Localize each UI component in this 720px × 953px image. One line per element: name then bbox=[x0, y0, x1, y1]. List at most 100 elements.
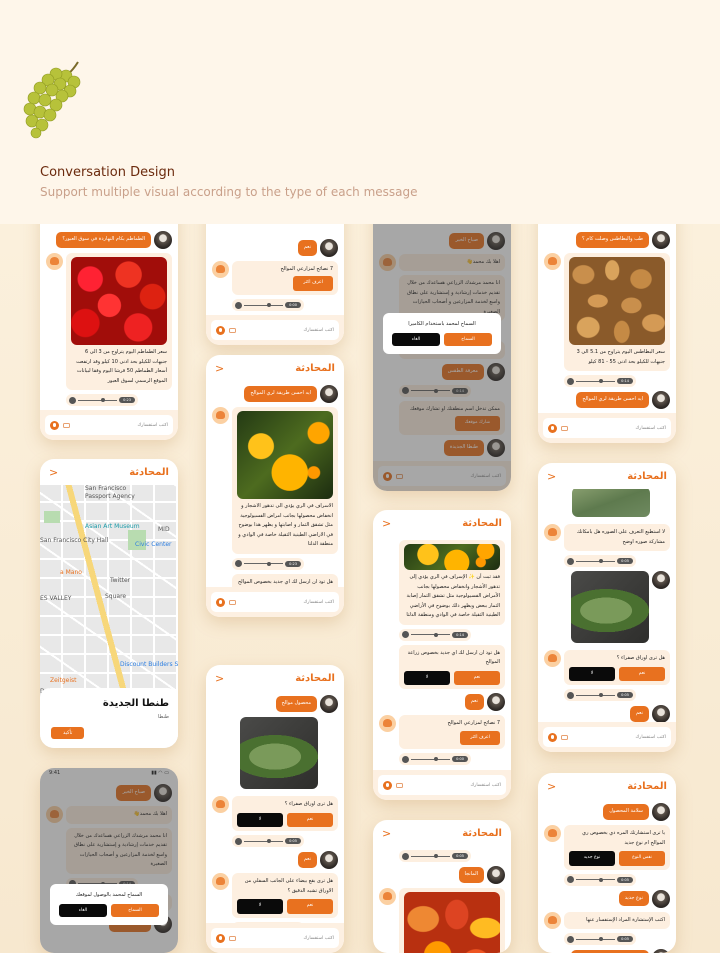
cancel-button[interactable]: الغاء bbox=[59, 904, 107, 917]
allow-button[interactable]: السماح bbox=[111, 904, 159, 917]
mic-icon[interactable] bbox=[216, 597, 225, 607]
voice-message-player[interactable]: 0:23 bbox=[232, 557, 304, 570]
chevron-left-icon[interactable]: < bbox=[547, 780, 556, 793]
audio-progress-track[interactable] bbox=[576, 559, 616, 563]
camera-icon[interactable] bbox=[561, 425, 568, 431]
voice-message-player[interactable]: 0:23 bbox=[66, 394, 138, 406]
chevron-left-icon[interactable]: < bbox=[547, 470, 556, 483]
voice-message-player[interactable]: 0:05 bbox=[564, 873, 636, 886]
pause-icon[interactable] bbox=[567, 876, 574, 884]
mic-icon[interactable] bbox=[383, 780, 392, 790]
pause-icon[interactable] bbox=[402, 631, 409, 638]
audio-progress-track[interactable] bbox=[576, 379, 616, 383]
audio-progress-track[interactable] bbox=[78, 398, 118, 402]
voice-message-player[interactable]: 0:14 bbox=[564, 375, 636, 387]
user-message: سلامة المحصول bbox=[544, 803, 670, 821]
chevron-left-icon[interactable]: < bbox=[382, 827, 391, 840]
user-photo[interactable] bbox=[240, 717, 318, 789]
page-title: Conversation Design bbox=[40, 165, 175, 180]
user-photo[interactable] bbox=[572, 489, 650, 517]
bot-bubble: سعر الطماطم اليوم يتراوح من 3 الى 6 جنيه… bbox=[66, 253, 172, 390]
no-button[interactable]: لا bbox=[569, 666, 615, 682]
audio-progress-track[interactable] bbox=[244, 303, 284, 307]
pause-icon[interactable] bbox=[235, 301, 242, 309]
message-input[interactable]: اكتب استفسارك bbox=[543, 418, 671, 438]
pause-icon[interactable] bbox=[235, 837, 242, 845]
camera-icon[interactable] bbox=[229, 599, 236, 605]
no-button[interactable]: لا bbox=[237, 899, 283, 914]
allow-button[interactable]: السماح bbox=[444, 333, 492, 346]
dialog-buttons: السماح الغاء bbox=[392, 333, 492, 346]
chat-input-bar: اكتب استفسارك bbox=[206, 587, 344, 617]
message-input[interactable]: اكتب استفسارك bbox=[378, 775, 506, 795]
learn-more-button[interactable]: اعرف اكثر bbox=[460, 730, 500, 746]
mic-icon[interactable] bbox=[216, 325, 225, 335]
pause-icon[interactable] bbox=[402, 755, 409, 763]
camera-icon[interactable] bbox=[229, 935, 236, 941]
confirm-button[interactable]: تأكيد bbox=[51, 727, 85, 739]
message-input[interactable]: اكتب استفسارك bbox=[211, 320, 339, 340]
yes-button[interactable]: نعم bbox=[287, 812, 333, 828]
header-title: المحادثة bbox=[295, 672, 335, 684]
message-input[interactable]: اكتب استفسارك bbox=[45, 415, 173, 435]
voice-message-player[interactable]: 0:05 bbox=[232, 835, 304, 848]
user-bubble: ايه احسن طريقة لري الموالح bbox=[244, 386, 317, 402]
pause-icon[interactable] bbox=[567, 935, 574, 943]
user-bubble: نعم bbox=[464, 694, 484, 710]
chevron-left-icon[interactable]: < bbox=[215, 672, 224, 685]
voice-message-player[interactable]: 0:05 bbox=[399, 850, 471, 862]
mic-icon[interactable] bbox=[216, 933, 225, 943]
mic-icon[interactable] bbox=[548, 732, 557, 742]
camera-icon[interactable] bbox=[561, 734, 568, 740]
message-input[interactable]: اكتب استفسارك bbox=[543, 727, 671, 747]
voice-message-player[interactable]: 0:05 bbox=[564, 689, 636, 702]
pause-icon[interactable] bbox=[567, 691, 574, 699]
no-button[interactable]: لا bbox=[404, 670, 450, 686]
audio-progress-track[interactable] bbox=[411, 757, 451, 762]
input-actions bbox=[50, 420, 70, 430]
audio-progress-track[interactable] bbox=[576, 937, 616, 942]
no-button[interactable]: لا bbox=[237, 812, 283, 828]
chevron-left-icon[interactable]: < bbox=[382, 517, 391, 530]
camera-icon[interactable] bbox=[229, 327, 236, 333]
camera-icon[interactable] bbox=[63, 422, 70, 428]
bot-text: هل تود ان ارسل لك اي جديد بخصوص زراعة ال… bbox=[407, 649, 500, 666]
cancel-button[interactable]: الغاء bbox=[392, 333, 440, 346]
mic-icon[interactable] bbox=[548, 423, 557, 433]
pause-icon[interactable] bbox=[235, 560, 242, 567]
audio-progress-track[interactable] bbox=[244, 839, 284, 844]
mic-icon[interactable] bbox=[50, 420, 59, 430]
audio-progress-track[interactable] bbox=[411, 632, 451, 637]
pause-icon[interactable] bbox=[567, 557, 574, 565]
pause-icon[interactable] bbox=[567, 377, 574, 385]
voice-message-player[interactable]: 0:05 bbox=[564, 933, 636, 946]
pause-icon[interactable] bbox=[402, 852, 409, 860]
chat-screen-card: المحادثة < ايه احسن طريقة لري الموالح الاسر… bbox=[206, 355, 344, 617]
audio-progress-track[interactable] bbox=[576, 693, 616, 698]
voice-message-player[interactable]: 0:00 bbox=[399, 753, 471, 766]
audio-progress-track[interactable] bbox=[244, 561, 284, 566]
yes-button[interactable]: نعم bbox=[619, 666, 665, 682]
pause-icon[interactable] bbox=[69, 396, 76, 404]
yes-button[interactable]: نفس النوع bbox=[619, 851, 665, 866]
user-photo[interactable] bbox=[571, 571, 649, 643]
voice-message-player[interactable]: 0:00 bbox=[232, 299, 304, 311]
user-message: طب والبطاطس وصلت كام ؟ bbox=[544, 231, 670, 249]
message-input[interactable]: اكتب استفسارك bbox=[211, 928, 339, 948]
audio-progress-track[interactable] bbox=[411, 854, 451, 858]
chevron-left-icon[interactable]: < bbox=[49, 466, 58, 479]
chevron-left-icon[interactable]: < bbox=[215, 362, 224, 375]
bot-message bbox=[379, 888, 505, 953]
yes-button[interactable]: نعم bbox=[454, 670, 500, 686]
yes-button[interactable]: نعم bbox=[287, 899, 333, 914]
bot-bubble: هل تود ان ارسل لك اي جديد بخصوص الموالحن… bbox=[232, 573, 338, 587]
audio-progress-track[interactable] bbox=[576, 877, 616, 882]
bot-text: سعر الطماطم اليوم يتراوح من 3 الى 6 جنيه… bbox=[76, 349, 167, 384]
no-button[interactable]: نوع جديد bbox=[569, 851, 615, 866]
message-input[interactable]: اكتب استفسارك bbox=[211, 592, 339, 612]
voice-message-player[interactable]: 0:05 bbox=[564, 555, 636, 567]
learn-more-button[interactable]: اعرف اكثر bbox=[293, 276, 333, 291]
voice-message-player[interactable]: 0:14 bbox=[399, 628, 471, 641]
map-view[interactable]: San Francisco Passport Agency Asian Art Mu… bbox=[40, 485, 178, 748]
camera-icon[interactable] bbox=[396, 782, 403, 788]
